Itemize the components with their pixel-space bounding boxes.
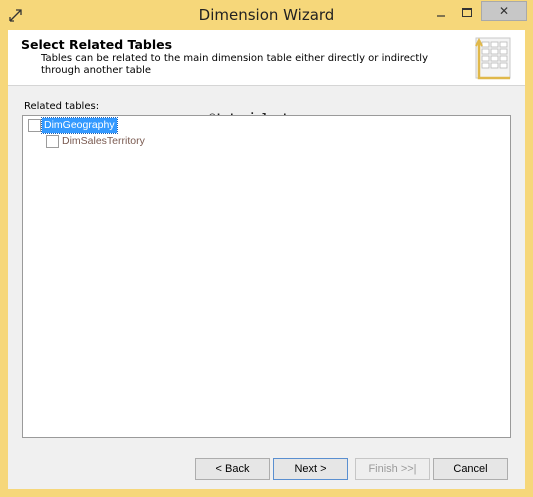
cancel-button[interactable]: Cancel bbox=[433, 458, 508, 480]
close-button[interactable]: ✕ bbox=[481, 1, 527, 21]
dimgeography-checkbox[interactable] bbox=[28, 119, 41, 132]
page-description: Tables can be related to the main dimens… bbox=[41, 53, 428, 76]
related-tables-label: Related tables: bbox=[24, 101, 100, 112]
related-tables-graphic-icon bbox=[475, 37, 511, 80]
tree-item-label[interactable]: DimGeography bbox=[41, 117, 118, 134]
wizard-client-area: Select Related Tables Tables can be rela… bbox=[8, 30, 525, 489]
next-button[interactable]: Next > bbox=[273, 458, 348, 480]
dimension-wizard-window: Dimension Wizard ✕ Select Related Tables… bbox=[0, 0, 533, 497]
back-button[interactable]: < Back bbox=[195, 458, 270, 480]
maximize-icon bbox=[462, 8, 472, 17]
page-title: Select Related Tables bbox=[21, 37, 173, 52]
dimsalesterritory-checkbox[interactable] bbox=[46, 135, 59, 148]
tree-item-label[interactable]: DimSalesTerritory bbox=[60, 134, 147, 149]
finish-button: Finish >>| bbox=[355, 458, 430, 480]
wizard-header: Select Related Tables Tables can be rela… bbox=[8, 30, 525, 86]
maximize-button[interactable] bbox=[454, 3, 480, 23]
related-tables-tree[interactable]: DimGeography DimSalesTerritory bbox=[22, 115, 511, 438]
minimize-button[interactable] bbox=[428, 3, 454, 23]
close-icon: ✕ bbox=[498, 4, 510, 18]
minimize-icon bbox=[437, 15, 445, 17]
title-bar[interactable]: Dimension Wizard ✕ bbox=[0, 0, 533, 30]
